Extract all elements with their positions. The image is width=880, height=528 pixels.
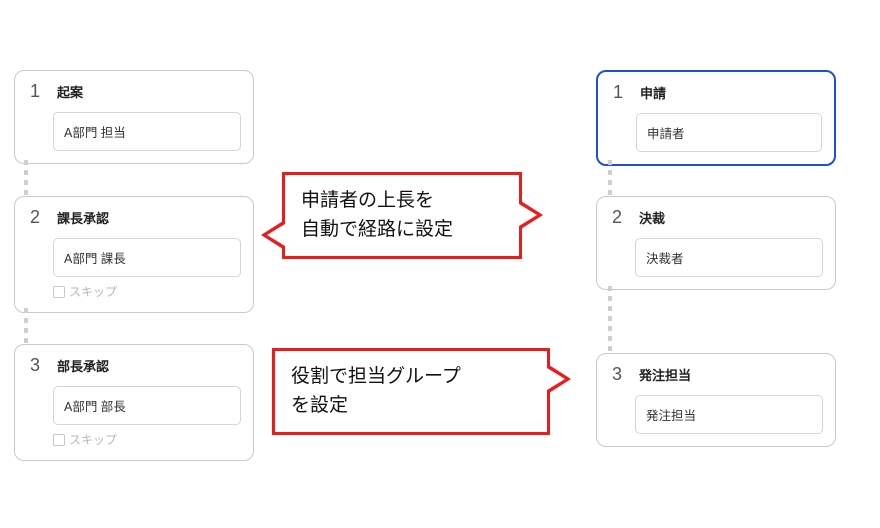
step-number: 3 [609,364,625,385]
right-connector-1 [608,160,612,196]
diagram-canvas: 1 起案 A部門 担当 2 課長承認 A部門 課長 スキップ 3 部長承認 A部… [0,0,880,528]
right-step-2-card[interactable]: 2 決裁 決裁者 [596,196,836,290]
step-person: A部門 部長 [53,386,241,425]
speech-pointer-icon [267,224,285,246]
callout-1: 申請者の上長を 自動で経路に設定 [282,172,522,259]
right-step-3-card[interactable]: 3 発注担当 発注担当 [596,353,836,447]
step-head: 1 起案 [27,81,241,102]
skip-row[interactable]: スキップ [53,431,241,448]
step-title: 申請 [640,83,666,102]
right-step-1-card[interactable]: 1 申請 申請者 [596,70,836,166]
step-number: 3 [27,355,43,376]
step-title: 決裁 [639,208,665,227]
step-head: 3 部長承認 [27,355,241,376]
skip-row[interactable]: スキップ [53,283,241,300]
step-title: 部長承認 [57,356,109,375]
step-person: 発注担当 [635,395,823,434]
step-person: A部門 課長 [53,238,241,277]
left-step-2-card[interactable]: 2 課長承認 A部門 課長 スキップ [14,196,254,313]
step-person: A部門 担当 [53,112,241,151]
callout-2: 役割で担当グループ を設定 [272,348,550,435]
left-step-3-card[interactable]: 3 部長承認 A部門 部長 スキップ [14,344,254,461]
speech-pointer-icon [519,204,537,226]
checkbox-icon[interactable] [53,286,65,298]
right-connector-2 [608,286,612,354]
skip-label: スキップ [69,283,117,300]
speech-pointer-icon [547,368,565,390]
step-number: 1 [27,81,43,102]
step-head: 2 課長承認 [27,207,241,228]
step-head: 2 決裁 [609,207,823,228]
callout-line2: 自動で経路に設定 [301,219,453,240]
step-number: 1 [610,82,626,103]
step-number: 2 [27,207,43,228]
step-head: 1 申請 [610,82,822,103]
callout-line2: を設定 [291,395,348,416]
step-person: 申請者 [636,113,822,152]
left-step-1-card[interactable]: 1 起案 A部門 担当 [14,70,254,164]
callout-line1: 申請者の上長を [301,190,434,211]
skip-label: スキップ [69,431,117,448]
callout-line1: 役割で担当グループ [291,366,461,387]
step-person: 決裁者 [635,238,823,277]
left-connector-1 [24,160,28,196]
step-title: 課長承認 [57,208,109,227]
step-title: 起案 [57,82,83,101]
step-head: 3 発注担当 [609,364,823,385]
checkbox-icon[interactable] [53,434,65,446]
left-connector-2 [24,308,28,344]
step-title: 発注担当 [639,365,691,384]
step-number: 2 [609,207,625,228]
